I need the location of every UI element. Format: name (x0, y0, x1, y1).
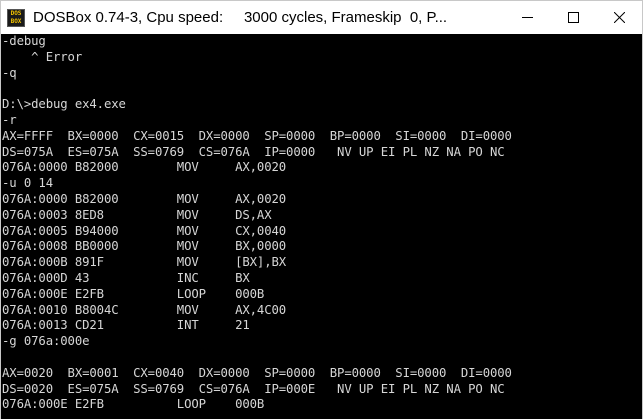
console-line: 076A:0003 8ED8 MOV DS,AX (2, 207, 272, 222)
app-icon-glyph-1: DOS (10, 9, 22, 17)
minimize-icon (521, 17, 533, 18)
console-line: -u 0 14 (2, 176, 53, 191)
console-line: -g 076a:000e (2, 334, 90, 349)
console-line: 076A:000E E2FB LOOP 000B (2, 286, 265, 301)
console-line: ^ Error (2, 49, 83, 64)
close-icon (613, 12, 625, 23)
console-line: AX=FFFF BX=0000 CX=0015 DX=0000 SP=0000 … (2, 128, 512, 143)
console-line: 076A:000B 891F MOV [BX],BX (2, 255, 287, 270)
console-line: DS=075A ES=075A SS=0769 CS=076A IP=0000 … (2, 144, 505, 159)
minimize-button[interactable] (504, 1, 550, 34)
app-icon-glyph-2: BOX (10, 17, 22, 25)
title-bar[interactable]: DOS BOX DOSBox 0.74-3, Cpu speed: 3000 c… (1, 1, 642, 34)
console-line: -q (2, 65, 17, 80)
console-line: DS=0020 ES=075A SS=0769 CS=076A IP=000E … (2, 381, 505, 396)
close-button[interactable] (596, 1, 642, 34)
dosbox-app-icon[interactable]: DOS BOX (7, 8, 25, 27)
console-line: 076A:000D 43 INC BX (2, 270, 250, 285)
console-line: 076A:0013 CD21 INT 21 (2, 318, 250, 333)
console-line: 076A:000E E2FB LOOP 000B (2, 397, 265, 412)
dosbox-window: DOS BOX DOSBox 0.74-3, Cpu speed: 3000 c… (0, 0, 643, 419)
console-line: -debug (2, 34, 46, 48)
maximize-button[interactable] (550, 1, 596, 34)
maximize-icon (567, 12, 579, 23)
console-line: 076A:0000 B82000 MOV AX,0020 (2, 160, 287, 175)
console-line: AX=0020 BX=0001 CX=0040 DX=0000 SP=0000 … (2, 365, 512, 380)
console-line: 076A:0008 BB0000 MOV BX,0000 (2, 239, 287, 254)
window-title: DOSBox 0.74-3, Cpu speed: 3000 cycles, F… (33, 9, 448, 26)
console-line: D:\>debug ex4.exe (2, 97, 126, 112)
caption-buttons (504, 1, 642, 34)
console-line: 076A:0010 B8004C MOV AX,4C00 (2, 302, 287, 317)
dos-console[interactable]: -debug ^ Error -q D:\>debug ex4.exe -r A… (1, 34, 642, 419)
console-line: -r (2, 112, 17, 127)
console-line: 076A:0000 B82000 MOV AX,0020 (2, 191, 287, 206)
console-line: 076A:0005 B94000 MOV CX,0040 (2, 223, 287, 238)
